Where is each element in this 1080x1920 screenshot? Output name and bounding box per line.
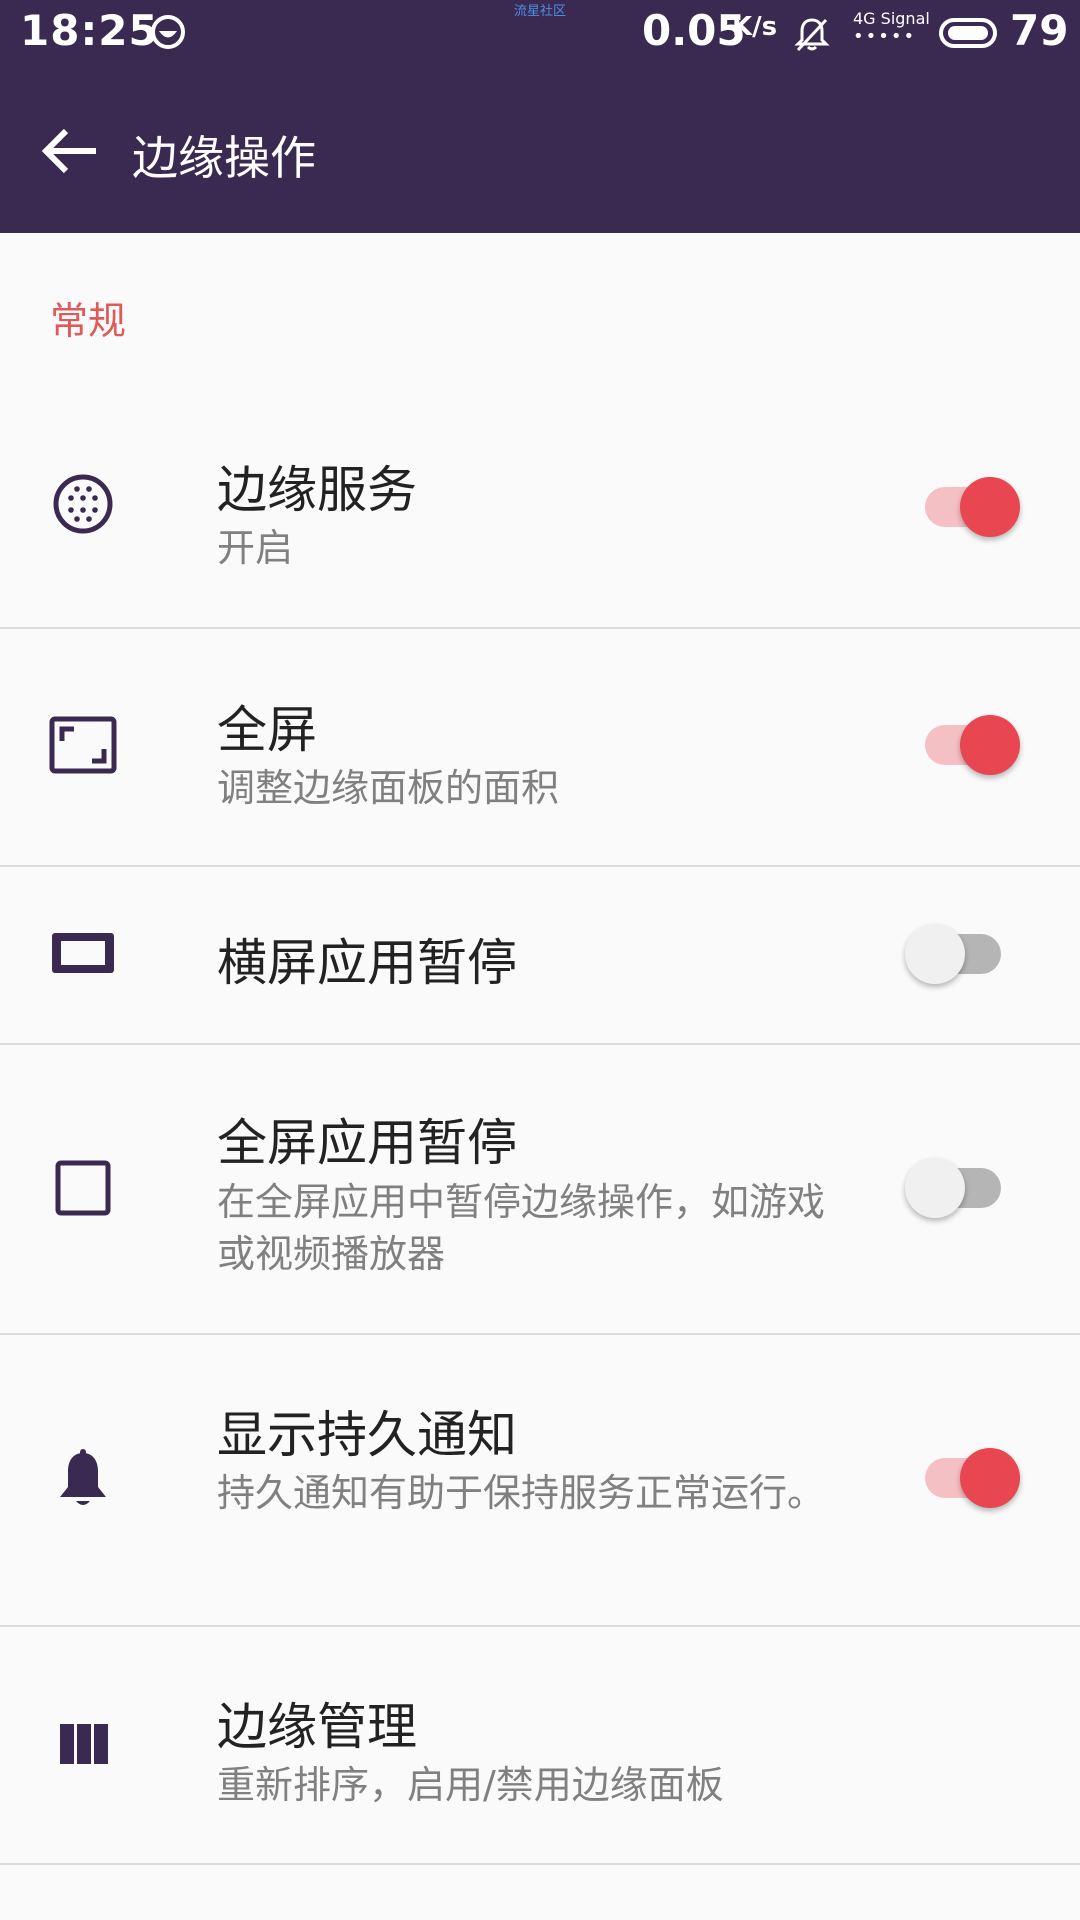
- setting-subtitle: 在全屏应用中暂停边缘操作，如游戏或视频播放器: [217, 1180, 826, 1276]
- edge-service-switch[interactable]: [905, 472, 1023, 542]
- square-icon: [55, 1160, 111, 1216]
- setting-title: 全屏: [217, 701, 317, 759]
- net-speed-unit: K/s: [732, 12, 778, 42]
- setting-row-edge-service[interactable]: 边缘服务 开启: [0, 387, 1080, 629]
- dotted-circle-icon: [53, 474, 113, 534]
- fullscreen-switch[interactable]: [905, 710, 1023, 780]
- setting-subtitle: 重新排序，启用/禁用边缘面板: [217, 1763, 724, 1807]
- status-time: 18:25: [20, 6, 159, 55]
- fullscreen-icon: [49, 716, 117, 774]
- app-bar: 18:25 流星社区 0.05 K/s 4G Signal ••••• 79 边…: [0, 0, 1080, 233]
- columns-icon: [60, 1724, 108, 1764]
- setting-subtitle: 开启: [217, 526, 294, 570]
- setting-title: 全屏应用暂停: [217, 1114, 517, 1172]
- page-title: 边缘操作: [132, 131, 316, 185]
- setting-row-persistent-notification[interactable]: 显示持久通知 持久通知有助于保持服务正常运行。: [0, 1333, 1080, 1627]
- setting-title: 横屏应用暂停: [217, 934, 517, 992]
- landscape-icon: [52, 933, 114, 973]
- landscape-pause-switch[interactable]: [905, 919, 1023, 989]
- switch-thumb: [960, 477, 1020, 537]
- setting-row-landscape-pause[interactable]: 横屏应用暂停: [0, 865, 1080, 1045]
- switch-thumb: [905, 1158, 965, 1218]
- signal-indicator: 4G Signal •••••: [853, 10, 930, 46]
- battery-icon: [939, 18, 997, 48]
- switch-thumb: [960, 1448, 1020, 1508]
- setting-title: 边缘管理: [217, 1698, 417, 1756]
- status-bar: 18:25 流星社区 0.05 K/s 4G Signal ••••• 79: [0, 0, 1080, 66]
- section-header: 常规: [50, 299, 127, 343]
- setting-row-fullscreen[interactable]: 全屏 调整边缘面板的面积: [0, 627, 1080, 867]
- setting-subtitle: 持久通知有助于保持服务正常运行。: [217, 1471, 826, 1515]
- persistent-notification-switch[interactable]: [905, 1443, 1023, 1513]
- fullscreen-app-pause-switch[interactable]: [905, 1153, 1023, 1223]
- watermark-text: 流星社区: [514, 4, 567, 19]
- signal-dots: •••••: [853, 26, 917, 47]
- switch-thumb: [960, 715, 1020, 775]
- bell-muted-icon: [794, 18, 830, 52]
- switch-thumb: [905, 924, 965, 984]
- arrow-left-icon[interactable]: [38, 122, 100, 180]
- face-icon: [151, 15, 185, 49]
- setting-row-fullscreen-app-pause[interactable]: 全屏应用暂停 在全屏应用中暂停边缘操作，如游戏或视频播放器: [0, 1043, 1080, 1335]
- setting-title: 边缘服务: [217, 461, 417, 519]
- battery-level: 79: [1010, 6, 1069, 55]
- net-speed: 0.05: [642, 6, 746, 55]
- setting-subtitle: 调整边缘面板的面积: [217, 766, 560, 810]
- setting-title: 显示持久通知: [217, 1406, 517, 1464]
- bell-icon: [60, 1449, 106, 1505]
- setting-row-edge-management[interactable]: 边缘管理 重新排序，启用/禁用边缘面板: [0, 1625, 1080, 1865]
